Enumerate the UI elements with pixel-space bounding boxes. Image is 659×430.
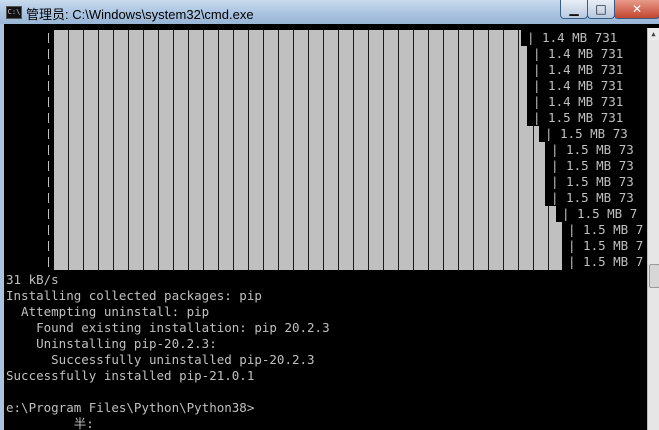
progress-size-label: | 1.4 MB 731: [533, 94, 624, 109]
progress-fill: [54, 94, 527, 110]
progress-fill: [54, 142, 545, 158]
progress-row: | 1.5 MB 73: [4, 126, 647, 142]
progress-fill: [54, 110, 527, 126]
bar-left-edge: [48, 145, 49, 155]
close-button[interactable]: ✕: [614, 0, 659, 19]
progress-row: | 1.4 MB 731: [4, 78, 647, 94]
bar-left-edge: [48, 161, 49, 171]
progress-row: | 1.5 MB 7: [4, 206, 647, 222]
scroll-up-arrow-icon[interactable]: ▲: [648, 28, 659, 40]
progress-size-label: | 1.5 MB 7: [562, 206, 638, 221]
vertical-scrollbar[interactable]: ▲: [647, 28, 659, 430]
progress-row: | 1.5 MB 7: [4, 222, 647, 238]
progress-fill: [54, 238, 562, 254]
title-bar[interactable]: C:\ 管理员: C:\Windows\system32\cmd.exe ▁ □…: [0, 0, 659, 24]
bar-left-edge: [48, 97, 49, 107]
bar-left-edge: [48, 113, 49, 123]
progress-size-label: | 1.4 MB 731: [533, 78, 624, 93]
progress-fill: [54, 254, 562, 270]
progress-row: | 1.4 MB 731: [4, 46, 647, 62]
bar-left-edge: [48, 81, 49, 91]
console-line: Installing collected packages: pip: [6, 288, 262, 303]
console-line: Uninstalling pip-20.2.3:: [6, 336, 217, 351]
progress-size-label: | 1.5 MB 73: [545, 126, 628, 141]
progress-fill: [54, 222, 562, 238]
window-title: 管理员: C:\Windows\system32\cmd.exe: [26, 7, 254, 22]
console-line: Found existing installation: pip 20.2.3: [6, 320, 330, 335]
progress-row: | 1.5 MB 73: [4, 174, 647, 190]
progress-size-label: | 1.5 MB 73: [551, 174, 634, 189]
bar-left-edge: [48, 241, 49, 251]
bar-left-edge: [48, 65, 49, 75]
progress-fill: [54, 30, 521, 46]
progress-fill: [54, 190, 545, 206]
progress-row: | 1.4 MB 731: [4, 94, 647, 110]
console-line: 半:: [6, 416, 94, 430]
console-line: Attempting uninstall: pip: [6, 304, 210, 319]
progress-size-label: | 1.5 MB 7: [568, 238, 644, 253]
progress-size-label: | 1.4 MB 731: [527, 30, 618, 45]
bar-left-edge: [48, 177, 49, 187]
bar-left-edge: [48, 33, 49, 43]
cmd-icon[interactable]: C:\: [6, 6, 22, 19]
progress-size-label: | 1.5 MB 73: [551, 142, 634, 157]
progress-fill: [54, 46, 527, 62]
progress-size-label: | 1.5 MB 73: [551, 190, 634, 205]
bar-left-edge: [48, 209, 49, 219]
minimize-button[interactable]: ▁: [560, 0, 588, 19]
scroll-thumb[interactable]: [649, 264, 659, 288]
console-line: Successfully installed pip-21.0.1: [6, 368, 255, 383]
progress-fill: [54, 158, 545, 174]
bar-left-edge: [48, 225, 49, 235]
progress-fill: [54, 78, 527, 94]
progress-row: | 1.4 MB 731: [4, 62, 647, 78]
progress-row: | 1.5 MB 73: [4, 142, 647, 158]
console-area[interactable]: | 1.4 MB 731 | 1.4 MB 731 | 1.4 MB 731 | 1.…: [4, 28, 647, 430]
console-line: Successfully uninstalled pip-20.2.3: [6, 352, 315, 367]
console-line: e:\Program Files\Python\Python38>: [6, 400, 255, 415]
progress-row: | 1.5 MB 7: [4, 238, 647, 254]
progress-size-label: | 1.5 MB 7: [568, 222, 644, 237]
progress-row: | 1.4 MB 731: [4, 30, 647, 46]
progress-fill: [54, 174, 545, 190]
progress-size-label: | 1.4 MB 731: [533, 62, 624, 77]
bar-left-edge: [48, 193, 49, 203]
progress-size-label: | 1.5 MB 7: [568, 254, 644, 269]
progress-size-label: | 1.4 MB 731: [533, 46, 624, 61]
progress-row: | 1.5 MB 73: [4, 158, 647, 174]
progress-size-label: | 1.5 MB 731: [533, 110, 624, 125]
progress-size-label: | 1.5 MB 73: [551, 158, 634, 173]
bar-left-edge: [48, 129, 49, 139]
progress-fill: [54, 206, 556, 222]
bar-left-edge: [48, 257, 49, 267]
progress-row: | 1.5 MB 73: [4, 190, 647, 206]
progress-fill: [54, 126, 539, 142]
progress-row: | 1.5 MB 7: [4, 254, 647, 270]
progress-bar-area: | 1.4 MB 731 | 1.4 MB 731 | 1.4 MB 731 | 1.…: [4, 28, 647, 270]
console-line: 31 kB/s: [6, 272, 59, 287]
progress-fill: [54, 62, 527, 78]
bar-left-edge: [48, 49, 49, 59]
maximize-button[interactable]: □: [587, 0, 615, 19]
progress-row: | 1.5 MB 731: [4, 110, 647, 126]
